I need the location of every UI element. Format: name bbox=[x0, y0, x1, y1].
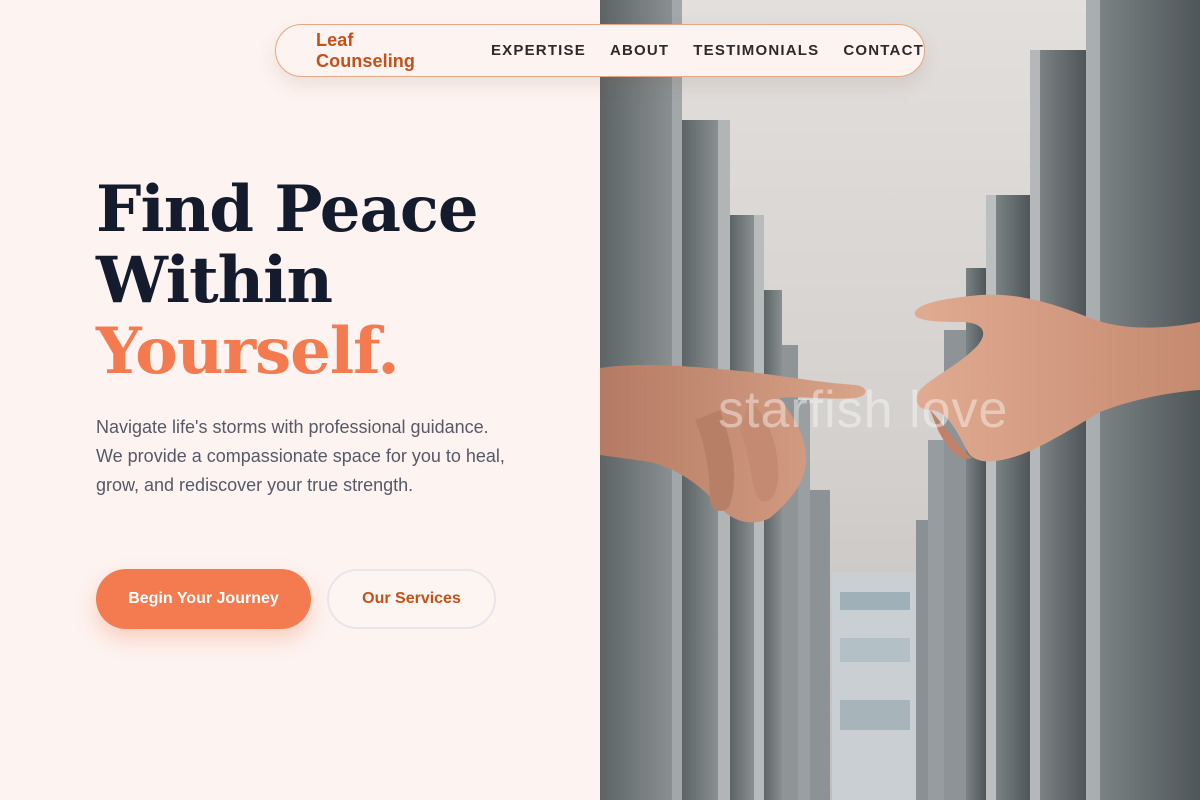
nav-links: EXPERTISE ABOUT TESTIMONIALS CONTACT bbox=[491, 42, 924, 59]
top-navigation: Leaf Counseling EXPERTISE ABOUT TESTIMON… bbox=[275, 24, 925, 77]
our-services-button[interactable]: Our Services bbox=[327, 569, 496, 629]
image-watermark: starfish love bbox=[718, 381, 1009, 439]
hero-title: Find Peace Within Yourself. bbox=[96, 172, 479, 389]
nav-link-about[interactable]: ABOUT bbox=[610, 42, 669, 59]
hero-title-accent: Yourself. bbox=[96, 314, 400, 389]
nav-link-expertise[interactable]: EXPERTISE bbox=[491, 42, 586, 59]
hero-image: starfish love bbox=[600, 0, 1200, 800]
hero-left-pane: Find Peace Within Yourself. Navigate lif… bbox=[0, 0, 600, 800]
hero-title-line2: Within bbox=[96, 243, 333, 318]
nav-link-contact[interactable]: CONTACT bbox=[843, 42, 924, 59]
nav-link-testimonials[interactable]: TESTIMONIALS bbox=[693, 42, 819, 59]
begin-journey-button[interactable]: Begin Your Journey bbox=[96, 569, 311, 629]
hero-description: Navigate life's storms with professional… bbox=[96, 417, 505, 495]
brand-logo-link[interactable]: Leaf Counseling bbox=[316, 30, 451, 72]
hero-title-line1: Find Peace bbox=[96, 172, 479, 247]
